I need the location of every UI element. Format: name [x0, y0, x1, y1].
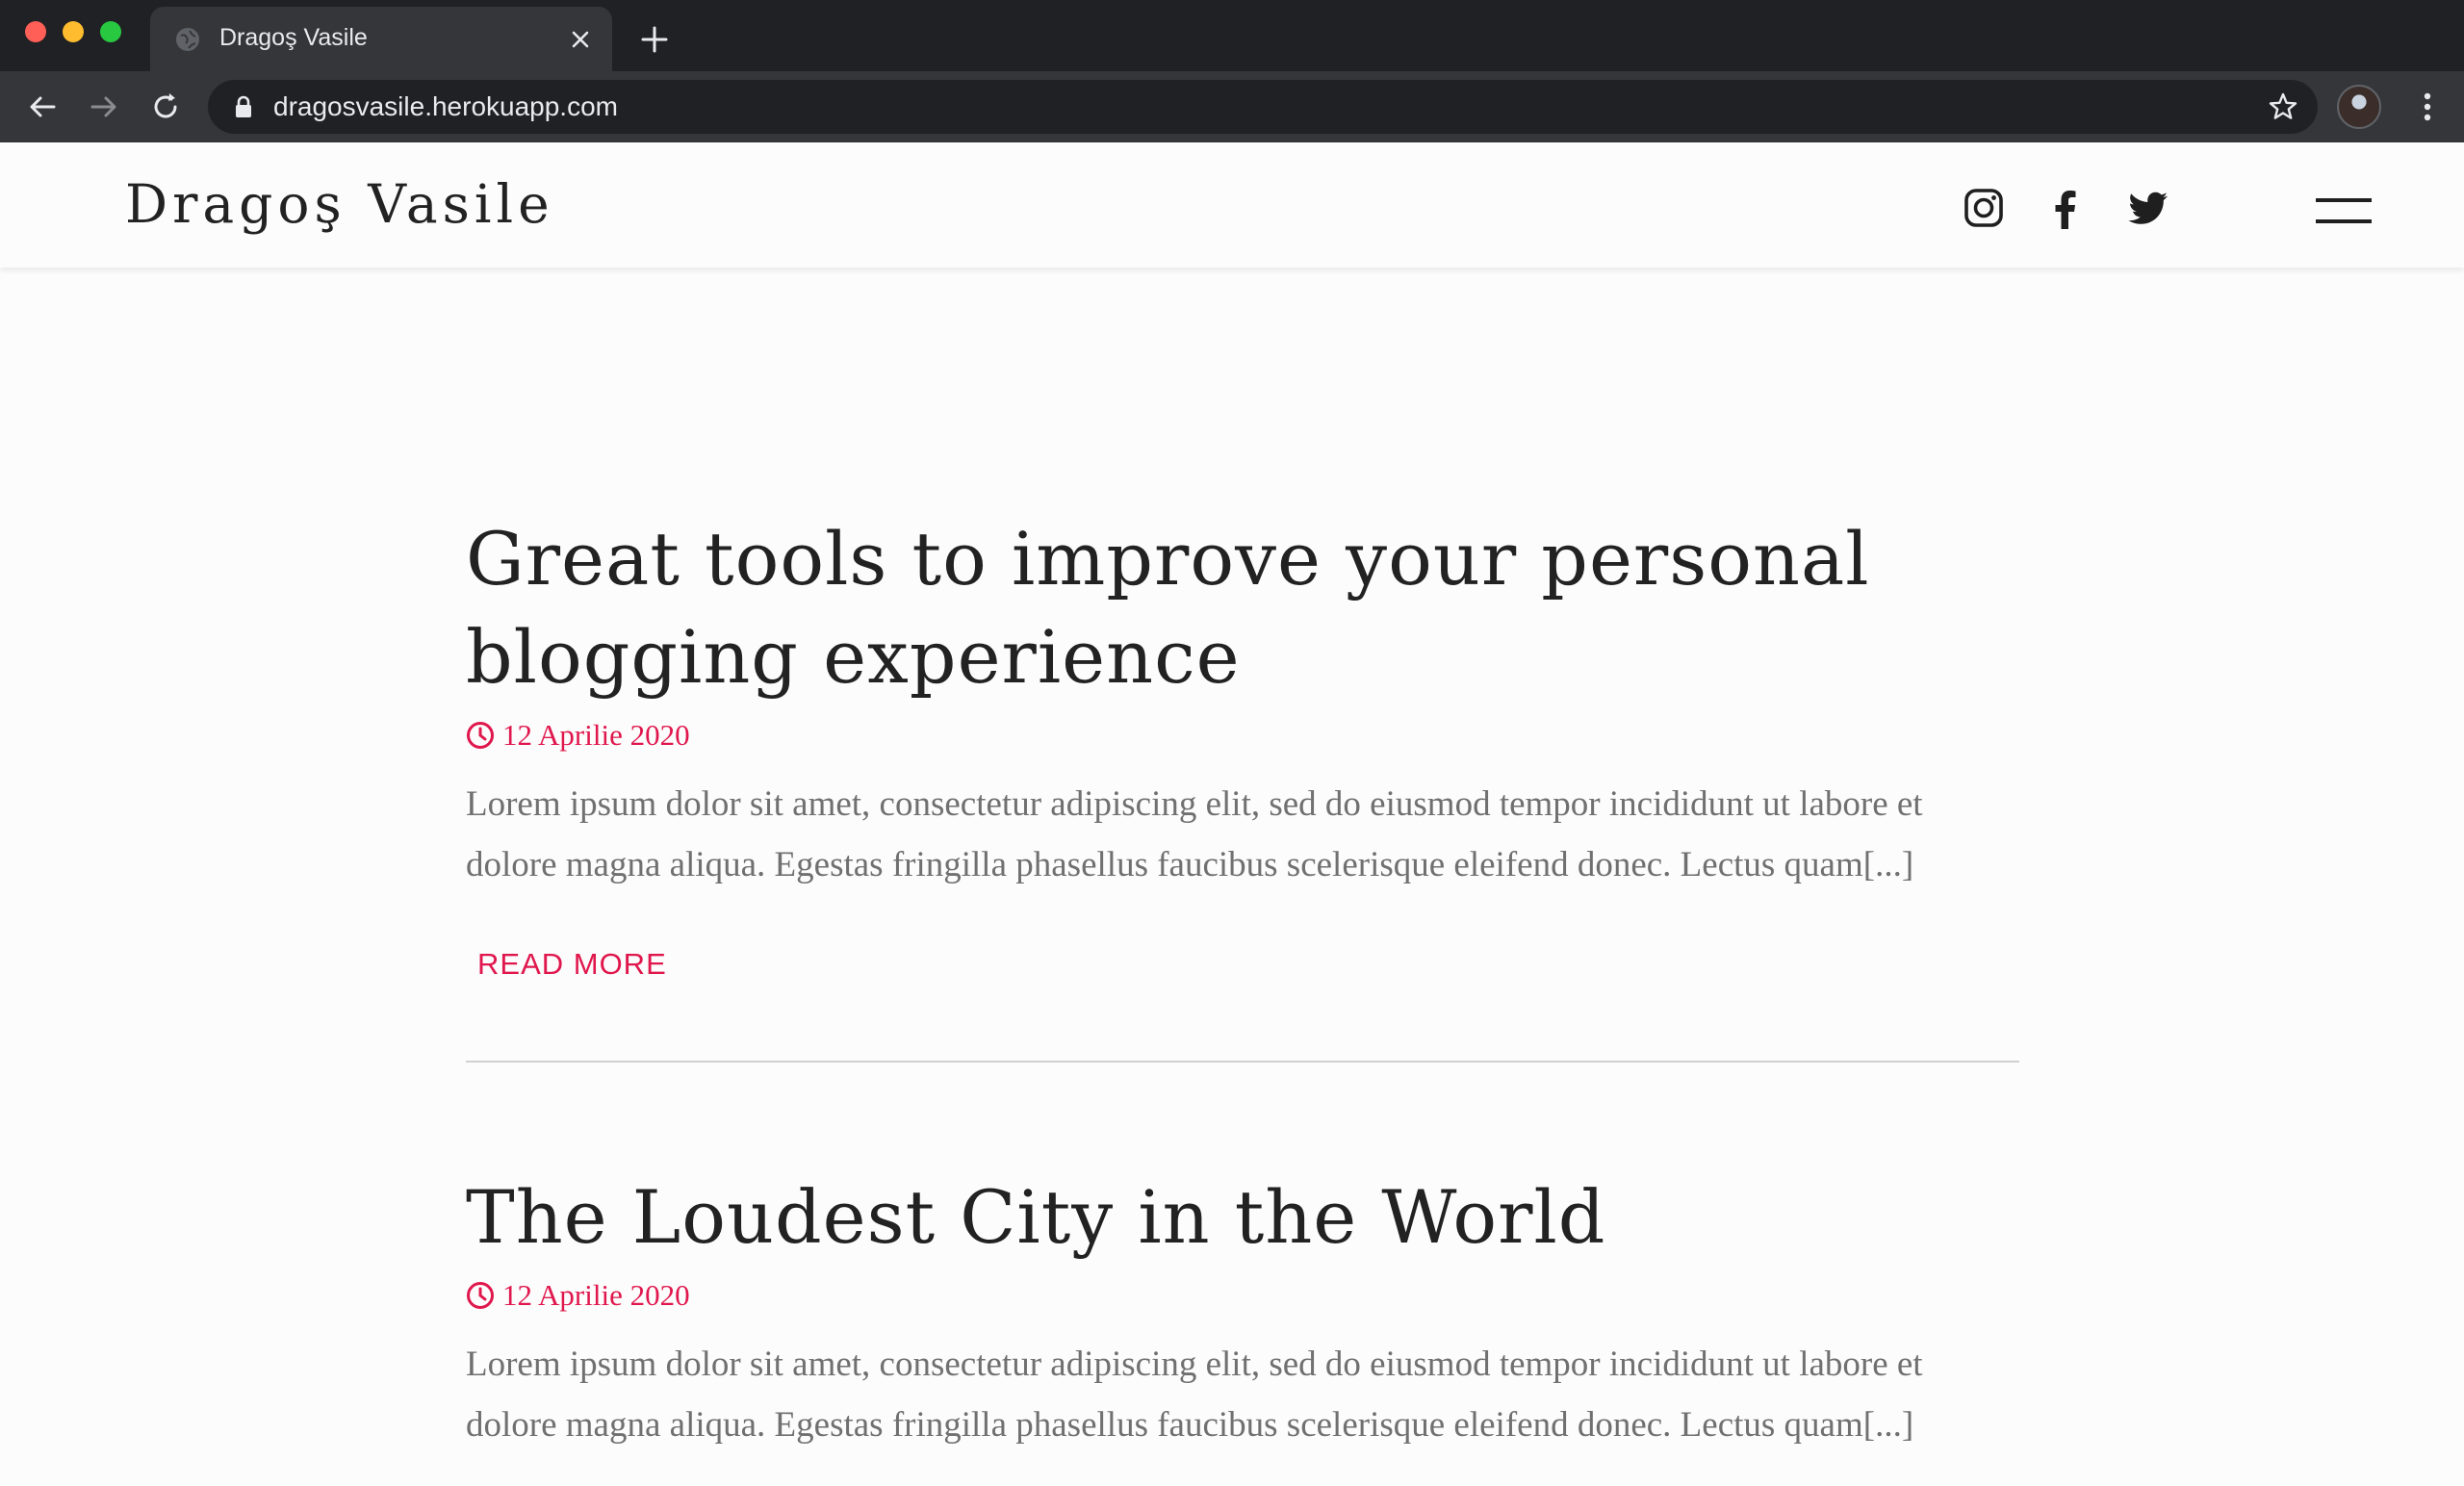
address-bar[interactable]: dragosvasile.herokuapp.com — [208, 80, 2318, 134]
clock-icon — [467, 722, 494, 749]
tab-strip: Dragoş Vasile — [0, 0, 2464, 71]
post-divider — [466, 1061, 2019, 1063]
back-arrow-icon[interactable] — [23, 88, 62, 126]
post-date-text: 12 Aprilie 2020 — [502, 718, 690, 752]
tab-title: Dragoş Vasile — [219, 24, 368, 51]
more-menu-icon[interactable] — [2408, 88, 2447, 126]
post-title[interactable]: The Loudest City in the World — [466, 1168, 2019, 1267]
close-window-button[interactable] — [25, 21, 46, 42]
hamburger-menu-icon[interactable] — [2316, 198, 2372, 225]
browser-toolbar: dragosvasile.herokuapp.com — [0, 71, 2464, 142]
post-date: 12 Aprilie 2020 — [466, 714, 2019, 756]
site-header: Dragoş Vasile — [0, 142, 2464, 268]
post-excerpt: Lorem ipsum dolor sit amet, consectetur … — [466, 784, 1923, 884]
twitter-icon[interactable] — [2127, 187, 2169, 229]
minimize-window-button[interactable] — [63, 21, 84, 42]
forward-arrow-icon[interactable] — [85, 88, 123, 126]
instagram-icon[interactable] — [1963, 187, 2005, 229]
clock-icon — [467, 1282, 494, 1309]
post-title[interactable]: Great tools to improve your personal blo… — [466, 510, 2019, 706]
post-date: 12 Aprilie 2020 — [466, 1274, 2019, 1317]
post-excerpt: Lorem ipsum dolor sit amet, consectetur … — [466, 1345, 1923, 1445]
close-icon[interactable] — [566, 25, 595, 54]
maximize-window-button[interactable] — [100, 21, 121, 42]
post-card: Great tools to improve your personal blo… — [466, 510, 2019, 982]
post-date-text: 12 Aprilie 2020 — [502, 1278, 690, 1312]
post-card: The Loudest City in the World 12 Aprilie… — [466, 1168, 2019, 1455]
reload-icon[interactable] — [146, 88, 185, 126]
new-tab-icon[interactable] — [638, 23, 671, 56]
browser-chrome: Dragoş Vasile dragosvasile.herokuapp.com — [0, 0, 2464, 142]
lock-icon — [236, 95, 251, 117]
read-more-link[interactable]: READ MORE — [477, 947, 667, 982]
globe-icon — [176, 28, 199, 51]
facebook-icon[interactable] — [2044, 187, 2087, 229]
site-brand[interactable]: Dragoş Vasile — [125, 173, 554, 235]
bookmark-star-icon[interactable] — [2268, 91, 2298, 122]
url-text: dragosvasile.herokuapp.com — [273, 91, 618, 121]
profile-avatar[interactable] — [2337, 85, 2381, 129]
browser-tab[interactable]: Dragoş Vasile — [150, 7, 612, 71]
